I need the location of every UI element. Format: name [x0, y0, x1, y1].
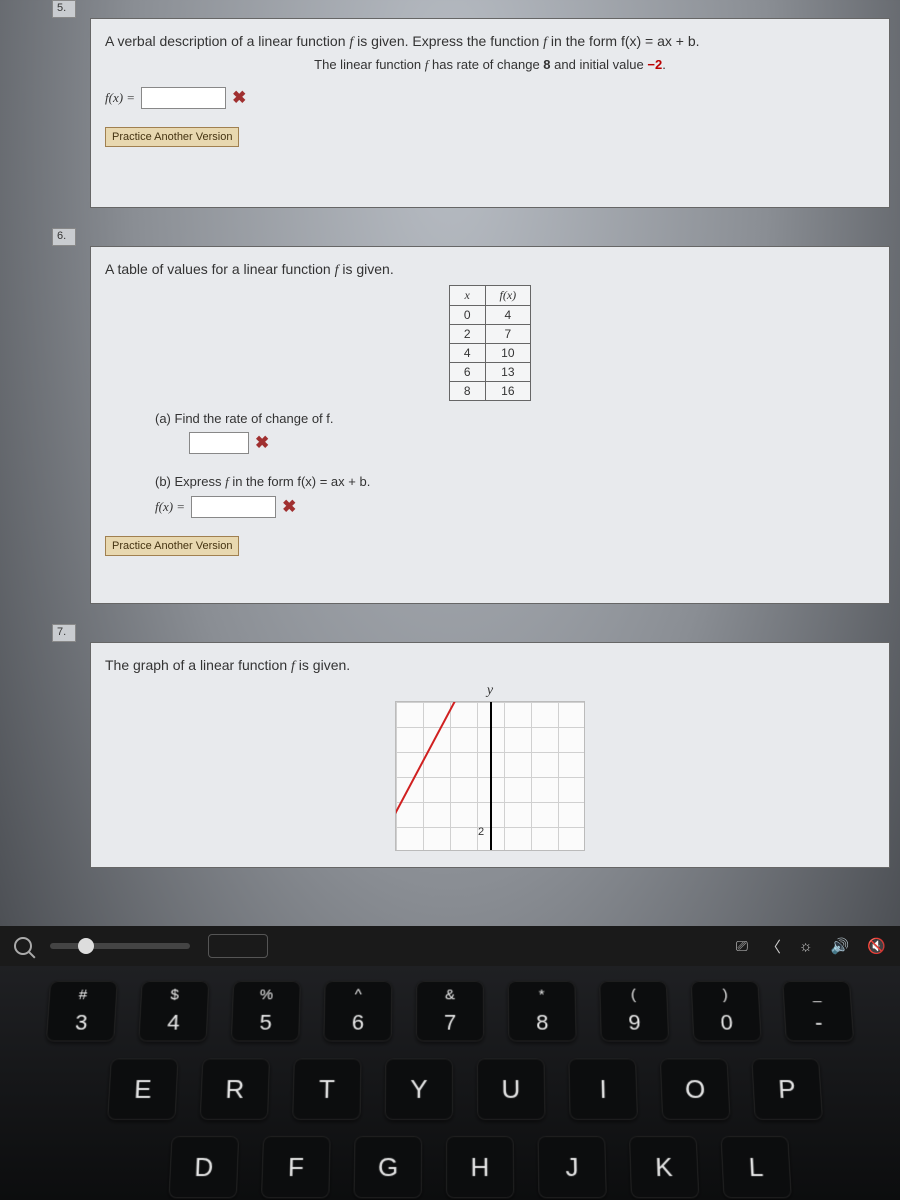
graph-y-label: y	[395, 683, 585, 699]
mute-icon[interactable]: 🔇	[867, 937, 886, 955]
touchbar-slider[interactable]	[50, 943, 190, 949]
question-number-6: 6.	[52, 228, 76, 246]
key-P[interactable]: P	[751, 1058, 823, 1119]
key-6[interactable]: ^6	[323, 981, 392, 1042]
question-number-5: 5.	[52, 0, 76, 18]
key-4[interactable]: $4	[138, 981, 209, 1042]
incorrect-icon: ✖	[255, 433, 269, 453]
key-I[interactable]: I	[568, 1058, 638, 1119]
key-U[interactable]: U	[477, 1058, 546, 1119]
q6-prompt: A table of values for a linear function …	[105, 261, 875, 279]
q5-eq-label: f(x) =	[105, 90, 135, 106]
table-row: 04	[449, 306, 530, 325]
search-icon[interactable]	[14, 937, 32, 955]
key-H[interactable]: H	[446, 1136, 514, 1198]
q6b-answer-row: f(x) = ✖	[155, 496, 875, 518]
key-T[interactable]: T	[292, 1058, 361, 1119]
q6b-eq-label: f(x) =	[155, 499, 185, 515]
key-E[interactable]: E	[107, 1058, 178, 1119]
key-5[interactable]: %5	[231, 981, 301, 1042]
q5-answer-input[interactable]	[141, 87, 226, 109]
q6-value-table: xf(x) 04 27 410 613 816	[449, 285, 531, 401]
q7-prompt: The graph of a linear function f is give…	[105, 657, 875, 675]
key-J[interactable]: J	[538, 1136, 607, 1198]
key-R[interactable]: R	[200, 1058, 270, 1119]
graph-canvas: 2	[395, 701, 585, 851]
q7-graph: y 2	[395, 683, 585, 851]
table-header-fx: f(x)	[485, 286, 531, 306]
key-K[interactable]: K	[629, 1136, 699, 1198]
question-box-7: The graph of a linear function f is give…	[90, 642, 890, 868]
key--[interactable]: _-	[782, 981, 854, 1042]
question-number-7: 7.	[52, 624, 76, 642]
worksheet: 5. A verbal description of a linear func…	[40, 0, 900, 870]
key-G[interactable]: G	[353, 1136, 422, 1198]
practice-another-version-button[interactable]: Practice Another Version	[105, 536, 239, 556]
graph-tick-2: 2	[478, 826, 484, 838]
incorrect-icon: ✖	[282, 497, 296, 517]
keyboard: #3 $4 %5 ^6&7 *8 (9 )0 _- ERTYUIOP DFGHJKL	[0, 966, 900, 1200]
table-row: 410	[449, 344, 530, 363]
q6a-answer-input[interactable]	[189, 432, 249, 454]
volume-icon[interactable]: 🔊	[831, 937, 850, 955]
table-row: 613	[449, 363, 530, 382]
practice-another-version-button[interactable]: Practice Another Version	[105, 127, 239, 147]
table-row: 816	[449, 382, 530, 401]
q6-part-a: (a) Find the rate of change of f.	[155, 411, 875, 426]
chevron-left-icon[interactable]: 〈	[766, 936, 781, 957]
question-box-6: A table of values for a linear function …	[90, 246, 890, 604]
table-row: 27	[449, 325, 530, 344]
q6a-answer-row: ✖	[189, 432, 875, 454]
q6b-answer-input[interactable]	[191, 496, 276, 518]
q5-prompt: A verbal description of a linear functio…	[105, 33, 875, 51]
key-3[interactable]: #3	[46, 981, 118, 1042]
brightness-icon[interactable]: ☼	[799, 938, 813, 955]
q5-answer-row: f(x) = ✖	[105, 87, 875, 109]
key-O[interactable]: O	[660, 1058, 731, 1119]
key-8[interactable]: *8	[508, 981, 577, 1042]
key-0[interactable]: )0	[691, 981, 762, 1042]
key-Y[interactable]: Y	[385, 1058, 453, 1119]
key-7[interactable]: &7	[416, 981, 484, 1042]
q5-subtext: The linear function f has rate of change…	[105, 57, 875, 73]
key-9[interactable]: (9	[599, 981, 669, 1042]
touchbar: ⎚ 〈 ☼ 🔊 🔇	[0, 926, 900, 966]
table-header-x: x	[449, 286, 485, 306]
q6-part-b: (b) Express f in the form f(x) = ax + b.	[155, 474, 875, 490]
key-L[interactable]: L	[721, 1136, 792, 1198]
screenshot-icon[interactable]: ⎚	[736, 938, 748, 955]
incorrect-icon: ✖	[232, 88, 246, 108]
key-D[interactable]: D	[168, 1136, 239, 1198]
question-box-5: A verbal description of a linear functio…	[90, 18, 890, 208]
touchbar-app-box[interactable]	[208, 934, 268, 958]
key-F[interactable]: F	[261, 1136, 331, 1198]
